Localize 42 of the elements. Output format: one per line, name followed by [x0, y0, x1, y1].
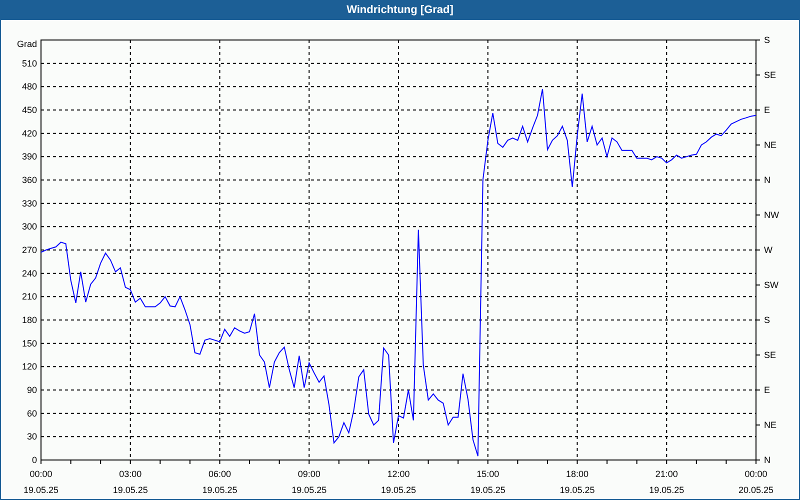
y-tick-label: 270: [22, 245, 37, 255]
y-tick-label: 150: [22, 338, 37, 348]
y-tick-label: 510: [22, 58, 37, 68]
y-tick-label: 0: [32, 455, 37, 465]
x-tick-label: 12:00 19.05.25: [380, 469, 416, 495]
compass-label: NE: [764, 140, 777, 150]
y-tick-label: 480: [22, 82, 37, 92]
x-tick-label: 00:00 20.05.25: [738, 469, 774, 495]
y-tick-label: 360: [22, 175, 37, 185]
compass-label: S: [764, 315, 770, 325]
y-tick-label: 30: [26, 432, 37, 442]
y-tick-label: 90: [26, 385, 37, 395]
x-tick-label: 15:00 19.05.25: [470, 469, 506, 495]
x-tick-label: 21:00 19.05.25: [649, 469, 684, 495]
y-tick-label: 210: [22, 292, 37, 302]
compass-label: S: [764, 35, 770, 45]
y-tick-label: 450: [22, 105, 37, 115]
y-tick-label: 300: [22, 222, 37, 232]
compass-label: N: [764, 175, 770, 185]
compass-label: E: [764, 385, 770, 395]
compass-label: E: [764, 105, 770, 115]
x-tick-label: 18:00 19.05.25: [560, 469, 595, 495]
compass-label: N: [764, 455, 770, 465]
y-tick-label: 180: [22, 315, 37, 325]
y-tick-label: 240: [22, 268, 37, 278]
y-tick-label: 420: [22, 128, 37, 138]
compass-label: NW: [764, 210, 779, 220]
compass-label: SW: [764, 280, 778, 290]
compass-label: SE: [764, 70, 776, 80]
y-tick-label: 120: [22, 362, 37, 372]
y-tick-label: 390: [22, 152, 37, 162]
y-axis-label: Grad: [16, 39, 37, 49]
y-tick-label: 330: [22, 198, 37, 208]
x-tick-label: 09:00 19.05.25: [292, 469, 327, 495]
x-tick-label: 03:00 19.05.25: [112, 469, 148, 495]
compass-label: NE: [764, 420, 777, 430]
compass-label: W: [764, 245, 772, 255]
compass-label: SE: [764, 350, 776, 360]
x-tick-label: 00:00 19.05.25: [23, 469, 59, 495]
window-title: Windrichtung [Grad]: [346, 2, 454, 18]
x-tick-label: 06:00 19.05.25: [202, 469, 238, 495]
y-tick-label: 60: [26, 408, 37, 418]
